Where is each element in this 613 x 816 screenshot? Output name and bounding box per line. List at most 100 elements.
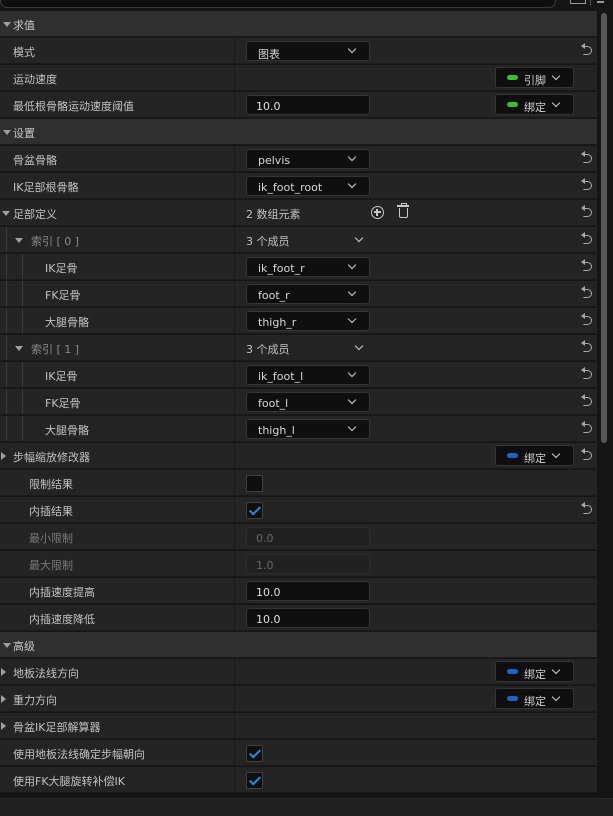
dropdown[interactable]: 图表: [246, 41, 370, 61]
chevron-down-icon[interactable]: [354, 233, 364, 243]
reset-to-default-icon[interactable]: [581, 367, 592, 379]
dropdown[interactable]: ik_foot_root: [246, 176, 370, 196]
chevron-down-icon: [347, 152, 357, 162]
property-row[interactable]: 索引 [ 0 ] 3 个成员: [0, 227, 597, 253]
reset-to-default-icon[interactable]: [581, 205, 592, 217]
expand-arrow-icon[interactable]: [1, 722, 6, 730]
binding-label: 绑定: [524, 668, 546, 681]
expand-arrow-icon[interactable]: [15, 238, 23, 243]
number-input[interactable]: 10.0: [246, 95, 370, 115]
reset-to-default-icon[interactable]: [581, 313, 592, 325]
dropdown[interactable]: ik_foot_r: [246, 257, 370, 277]
view-options-icon[interactable]: [570, 0, 586, 4]
property-row: 限制结果: [0, 470, 597, 496]
dropdown[interactable]: foot_l: [246, 392, 370, 412]
indent-guide: [22, 416, 23, 441]
number-input[interactable]: 10.0: [246, 608, 370, 628]
property-row[interactable]: 足部定义 2 数组元素: [0, 200, 597, 226]
dropdown[interactable]: foot_r: [246, 284, 370, 304]
number-value: 10.0: [256, 613, 281, 626]
expand-arrow-icon[interactable]: [3, 22, 11, 27]
binding-dropdown[interactable]: 绑定: [495, 94, 574, 115]
property-label: 大腿骨骼: [45, 424, 89, 437]
chevron-down-icon[interactable]: [354, 341, 364, 351]
scrollbar[interactable]: [597, 11, 613, 798]
column-divider: [234, 470, 235, 495]
scrollbar-thumb[interactable]: [601, 13, 607, 443]
reset-to-default-icon[interactable]: [581, 421, 592, 433]
property-label: IK足部根骨骼: [13, 181, 79, 194]
details-panel: 求值 模式 图表 运动速度 引脚 最低根骨骼运动速度阈值 10.0 绑定 设置 骨盆骨骼 pelvi…: [0, 11, 597, 798]
property-row: FK足骨 foot_r: [0, 281, 597, 307]
property-row: 内插结果: [0, 497, 597, 523]
column-divider: [234, 605, 235, 630]
search-input[interactable]: [0, 0, 556, 8]
number-value: 10.0: [256, 100, 281, 113]
reset-to-default-icon[interactable]: [581, 232, 592, 244]
property-row: 内插速度降低 10.0: [0, 605, 597, 631]
expand-arrow-icon[interactable]: [1, 668, 6, 676]
number-value: 1.0: [256, 559, 274, 572]
dropdown[interactable]: pelvis: [246, 149, 370, 169]
column-divider: [234, 551, 235, 576]
reset-to-default-icon[interactable]: [581, 151, 592, 163]
binding-dot-icon: [507, 75, 518, 80]
checkbox[interactable]: [246, 475, 263, 492]
reset-to-default-icon[interactable]: [581, 259, 592, 271]
dropdown-value: thigh_l: [258, 424, 295, 437]
column-divider: [234, 767, 235, 792]
binding-dropdown[interactable]: 绑定: [495, 445, 574, 466]
chevron-down-icon: [551, 692, 561, 702]
property-row[interactable]: 骨盆IK足部解算器: [0, 713, 597, 739]
column-divider: [234, 227, 235, 252]
property-label: 内插速度降低: [29, 613, 95, 626]
property-row[interactable]: 步幅缩放修改器 绑定: [0, 443, 597, 469]
section-header[interactable]: 求值: [0, 11, 597, 37]
indent-guide: [6, 227, 7, 252]
reset-to-default-icon[interactable]: [581, 340, 592, 352]
property-row[interactable]: 索引 [ 1 ] 3 个成员: [0, 335, 597, 361]
checkbox[interactable]: [246, 745, 263, 762]
expand-arrow-icon[interactable]: [15, 346, 23, 351]
property-row: IK足部根骨骼 ik_foot_root: [0, 173, 597, 199]
expand-arrow-icon[interactable]: [3, 643, 11, 648]
reset-to-default-icon[interactable]: [581, 448, 592, 460]
delete-all-icon[interactable]: [397, 203, 409, 218]
section-header[interactable]: 高级: [0, 632, 597, 658]
member-count: 3 个成员: [246, 235, 290, 248]
property-label: 使用FK大腿旋转补偿IK: [13, 775, 125, 788]
property-label: FK足骨: [45, 397, 81, 410]
binding-dropdown[interactable]: 绑定: [495, 661, 574, 682]
reset-to-default-icon[interactable]: [581, 286, 592, 298]
number-input[interactable]: 10.0: [246, 581, 370, 601]
checkbox[interactable]: [246, 772, 263, 789]
settings-icon[interactable]: [597, 1, 604, 3]
expand-arrow-icon[interactable]: [2, 211, 10, 216]
dropdown-value: pelvis: [258, 154, 291, 167]
member-count: 3 个成员: [246, 343, 290, 356]
checkbox[interactable]: [246, 502, 263, 519]
reset-to-default-icon[interactable]: [581, 43, 592, 55]
property-row[interactable]: 重力方向 绑定: [0, 686, 597, 712]
expand-arrow-icon[interactable]: [3, 130, 11, 135]
property-row[interactable]: 地板法线方向 绑定: [0, 659, 597, 685]
property-label: 最低根骨骼运动速度阈值: [13, 100, 134, 113]
expand-arrow-icon[interactable]: [1, 452, 6, 460]
reset-to-default-icon[interactable]: [581, 502, 592, 514]
binding-dropdown[interactable]: 引脚: [495, 67, 574, 88]
dropdown-value: ik_foot_l: [258, 370, 304, 383]
expand-arrow-icon[interactable]: [1, 695, 6, 703]
add-element-icon[interactable]: [371, 206, 384, 219]
reset-to-default-icon[interactable]: [581, 178, 592, 190]
number-value: 10.0: [256, 586, 281, 599]
property-label: 最大限制: [29, 559, 73, 572]
property-row: 模式 图表: [0, 38, 597, 64]
binding-dropdown[interactable]: 绑定: [495, 688, 574, 709]
dropdown[interactable]: thigh_r: [246, 311, 370, 331]
dropdown[interactable]: ik_foot_l: [246, 365, 370, 385]
chevron-down-icon: [551, 665, 561, 675]
reset-to-default-icon[interactable]: [581, 394, 592, 406]
dropdown[interactable]: thigh_l: [246, 419, 370, 439]
column-divider: [234, 254, 235, 279]
section-header[interactable]: 设置: [0, 119, 597, 145]
